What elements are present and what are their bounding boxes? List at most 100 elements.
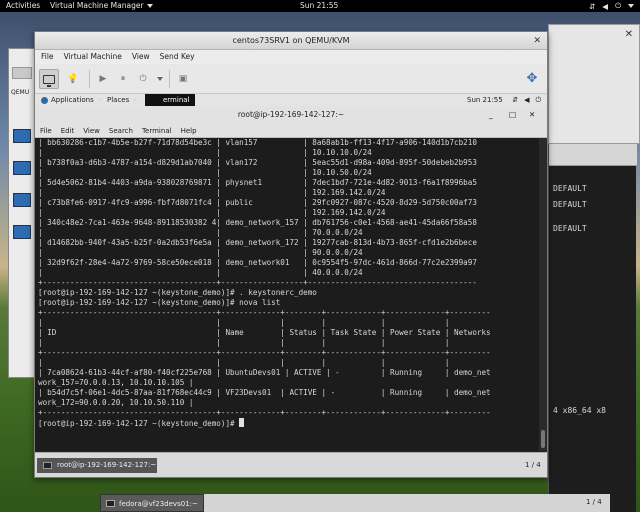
chevron-down-icon [146,3,153,8]
background-window-edge [204,494,610,512]
terminal-line: | 32d9f62f-28e4-4a72-9769-58ce50ece018 |… [38,258,477,267]
terminal-scrollbar[interactable] [539,138,547,451]
run-button[interactable]: ▶ [93,69,113,89]
background-window[interactable]: ✕ [548,24,640,144]
terminal-menu-terminal[interactable]: Terminal [142,124,172,137]
minimize-icon[interactable]: _ [489,106,493,124]
terminal-output[interactable]: | bb630286-c1b7-4b5e-b27f-71d78d54be3c |… [35,138,539,451]
vm-window-title: centos73SRV1 on QEMU/KVM [232,36,350,45]
app-menu[interactable]: Virtual Machine Manager [50,1,153,10]
terminal-window[interactable]: root@ip-192-169-142-127:~ _ □ ✕ File Edi… [35,106,547,477]
terminal-line: [root@ip-192-169-142-127 ~(keystone_demo… [38,288,317,297]
console-view-button[interactable] [39,69,59,89]
terminal-icon [106,500,115,507]
shutdown-button[interactable]: ⏻ [133,69,153,89]
terminal-line: | b54d7c5f-06e1-4dc5-87aa-81f768ec44c9 |… [38,388,491,397]
pause-button[interactable]: ⏸ [113,69,133,89]
background-workspace-pager[interactable]: 1 / 4 [586,498,602,506]
guest-display[interactable]: Applications Places erminal Sun 21:55 ⇵ … [35,94,547,477]
host-clock[interactable]: Sun 21:55 [300,1,338,10]
vm-thumbnail-icon[interactable] [13,225,31,239]
chevron-down-icon [96,98,103,102]
terminal-line: | bb630286-c1b7-4b5e-b27f-71d78d54be3c |… [38,138,477,147]
scrollbar-thumb[interactable] [541,430,545,448]
maximize-icon[interactable]: □ [509,106,516,124]
chevron-down-icon[interactable] [157,77,163,81]
terminal-line: | | | 192.169.142.0/24 [38,208,386,217]
guest-applications-label: Applications [51,96,94,104]
menu-send-key[interactable]: Send Key [160,50,195,64]
background-terminal-task[interactable]: fedora@vf23devs01:~ [100,494,204,512]
background-task-label: fedora@vf23devs01:~ [119,500,198,508]
guest-taskbar-terminal-task[interactable]: root@ip-192-169-142-127:~ [37,458,157,473]
vm-thumbnail-icon[interactable] [13,161,31,175]
host-system-tray[interactable]: ⇵ ◀ ⏻ [589,1,634,11]
monitor-icon [43,74,55,87]
power-icon: ⏻ [615,1,621,10]
terminal-menu-view[interactable]: View [83,124,100,137]
lightbulb-icon: 💡 [67,74,79,84]
vm-menubar: File Virtual Machine View Send Key [35,50,547,64]
terminal-menu-search[interactable]: Search [109,124,133,137]
terminal-line: +--------------------------------------+… [38,408,491,417]
vm-console-window[interactable]: centos73SRV1 on QEMU/KVM ✕ File Virtual … [34,31,548,478]
snapshot-icon: ▣ [178,74,188,84]
toolbar-separator [169,70,170,88]
guest-terminal-menu[interactable]: erminal [145,94,195,106]
background-terminal[interactable]: DEFAULT DEFAULT DEFAULT 4 x86_64 x8 [548,144,637,512]
chevron-down-icon [628,4,634,8]
terminal-line: | b738f0a3-d6b3-4787-a154-d829d1ab7040 |… [38,158,477,167]
terminal-text: DEFAULT [553,184,587,193]
terminal-menubar: File Edit View Search Terminal Help [35,124,547,138]
applications-logo-icon [41,96,48,104]
app-menu-label: Virtual Machine Manager [50,1,144,10]
details-button[interactable]: 💡 [63,69,83,89]
terminal-line: +--------------------------------------+… [38,308,491,317]
toolbar-separator [89,70,90,88]
terminal-line: +--------------------------------------+… [38,348,491,357]
volume-icon: ◀ [524,96,530,104]
pause-icon: ⏸ [120,74,126,84]
snapshots-button[interactable]: ▣ [173,69,193,89]
vm-thumbnail-icon[interactable] [13,193,31,207]
guest-places-menu[interactable]: Places [107,94,139,106]
guest-clock[interactable]: Sun 21:55 [467,94,503,106]
terminal-line: | 5d4e5062-81b4-4403-a9da-938028769871 |… [38,178,477,187]
terminal-menu-edit[interactable]: Edit [61,124,75,137]
network-icon: ⇵ [588,1,596,11]
guest-workspace-pager[interactable]: 1 / 4 [525,461,541,469]
terminal-line: | | | | | | [38,338,450,347]
fullscreen-move-icon[interactable]: ✥ [525,72,539,86]
close-icon[interactable]: ✕ [533,32,541,50]
terminal-line: | 7ca08624-61b3-44cf-af80-f40cf225e768 |… [38,368,491,377]
terminal-menu-file[interactable]: File [40,124,52,137]
terminal-text: DEFAULT [553,200,587,209]
terminal-line: +--------------------------------------+… [38,278,477,287]
guest-system-tray[interactable]: ⇵ ◀ ⏻ [512,94,541,106]
terminal-line: | d14682bb-940f-43a5-b25f-0a2db53f6e5a |… [38,238,477,247]
power-icon: ⏻ [535,96,541,104]
terminal-text: DEFAULT [553,224,587,233]
activities-button[interactable]: Activities [6,1,40,10]
terminal-line: work_157=70.0.0.13, 10.10.10.105 | [38,378,194,387]
close-icon[interactable]: ✕ [625,29,633,40]
vm-list [13,129,31,239]
terminal-line: [root@ip-192-169-142-127 ~(keystone_demo… [38,298,281,307]
guest-taskbar: root@ip-192-169-142-127:~ 1 / 4 [35,452,547,477]
connection-label: QEMU [11,89,30,96]
terminal-line: | | | 10.10.50.0/24 [38,168,372,177]
guest-places-label: Places [107,96,130,104]
close-icon[interactable]: ✕ [529,106,535,124]
terminal-titlebar[interactable]: root@ip-192-169-142-127:~ _ □ ✕ [35,106,547,124]
menu-view[interactable]: View [132,50,150,64]
vm-thumbnail-icon[interactable] [13,129,31,143]
background-terminal-titlebar [549,144,637,166]
guest-applications-menu[interactable]: Applications [41,94,103,106]
terminal-line: | | | 70.0.0.0/24 [38,228,363,237]
virt-manager-window[interactable]: QEMU [8,48,36,378]
menu-file[interactable]: File [41,50,54,64]
vm-window-titlebar[interactable]: centos73SRV1 on QEMU/KVM ✕ [35,32,547,50]
menu-virtual-machine[interactable]: Virtual Machine [64,50,122,64]
terminal-menu-help[interactable]: Help [181,124,197,137]
terminal-line: | 340c48e2-7ca1-463e-9648-89118530382 4|… [38,218,477,227]
